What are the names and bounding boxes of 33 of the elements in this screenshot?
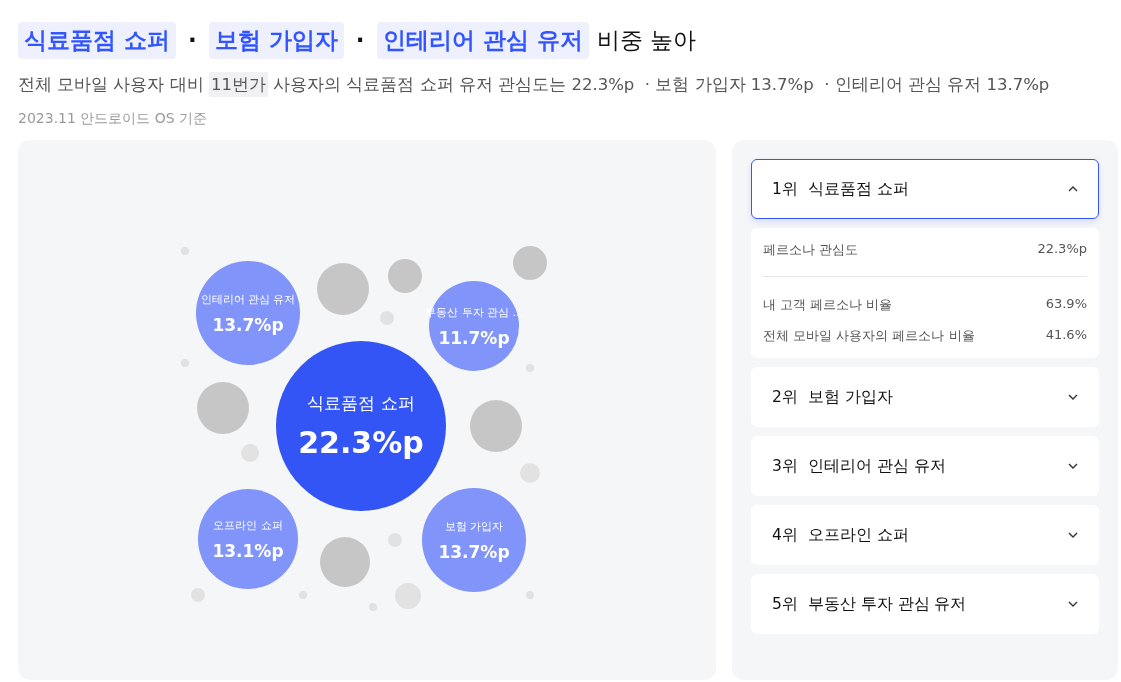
bubble-label: 식료품점 쇼퍼 <box>307 392 415 415</box>
bubble-value: 22.3%p <box>298 425 424 460</box>
metric-value: 41.6% <box>1045 326 1087 344</box>
ranking-item[interactable]: 4위 오프라인 쇼퍼 <box>751 505 1099 565</box>
bubble-label: 오프라인 쇼퍼 <box>213 517 283 533</box>
ranking-item[interactable]: 2위 보험 가입자 <box>751 367 1099 427</box>
bubble-value: 11.7%p <box>438 327 510 348</box>
headline-keyword: 인테리어 관심 유저 <box>376 21 589 59</box>
headline-text: 비중 높아 <box>596 25 696 55</box>
separator-dot: · <box>354 27 366 53</box>
metric-label: 페르소나 관심도 <box>763 241 859 259</box>
chevron-down-icon <box>1068 532 1078 538</box>
metric-label: 내 고객 페르소나 비율 <box>763 296 893 314</box>
ranking-item[interactable]: 1위 식료품점 쇼퍼 <box>751 159 1099 219</box>
metric-value: 63.9% <box>1045 295 1087 313</box>
metric-value: 22.3%p <box>1037 240 1087 258</box>
separator-dot: · <box>187 27 198 53</box>
headline-keyword: 보험 가입자 <box>208 21 344 59</box>
chevron-down-icon <box>1068 463 1078 469</box>
bubble-value: 13.7%p <box>438 541 510 562</box>
ranking-item[interactable]: 3위 인테리어 관심 유저 <box>751 436 1099 496</box>
summary-text: 전체 모바일 사용자 대비 11번가 사용자의 식료품점 쇼퍼 유저 관심도는 22.3%p · 보험 가입자 13.7%p · 인테리어 관심 유저 13.7%p <box>18 74 1050 96</box>
ranking-item[interactable]: 5위 부동산 투자 관심 유저 <box>751 574 1099 634</box>
basis-date: 2023.11 안드로이드 OS 기준 <box>18 110 208 126</box>
metric-label: 전체 모바일 사용자의 페르소나 비율 <box>763 327 975 345</box>
chevron-down-icon <box>1068 394 1078 400</box>
headline-keyword: 식료품점 쇼퍼 <box>18 21 176 59</box>
bubble-value: 13.7%p <box>212 314 284 335</box>
chevron-down-icon <box>1068 601 1078 607</box>
bubble-label: 보험 가입자 <box>444 518 504 534</box>
bubble-label: 인테리어 관심 유저 <box>200 291 296 307</box>
chevron-up-icon <box>1068 186 1078 192</box>
bubble-value: 13.1%p <box>212 540 284 561</box>
